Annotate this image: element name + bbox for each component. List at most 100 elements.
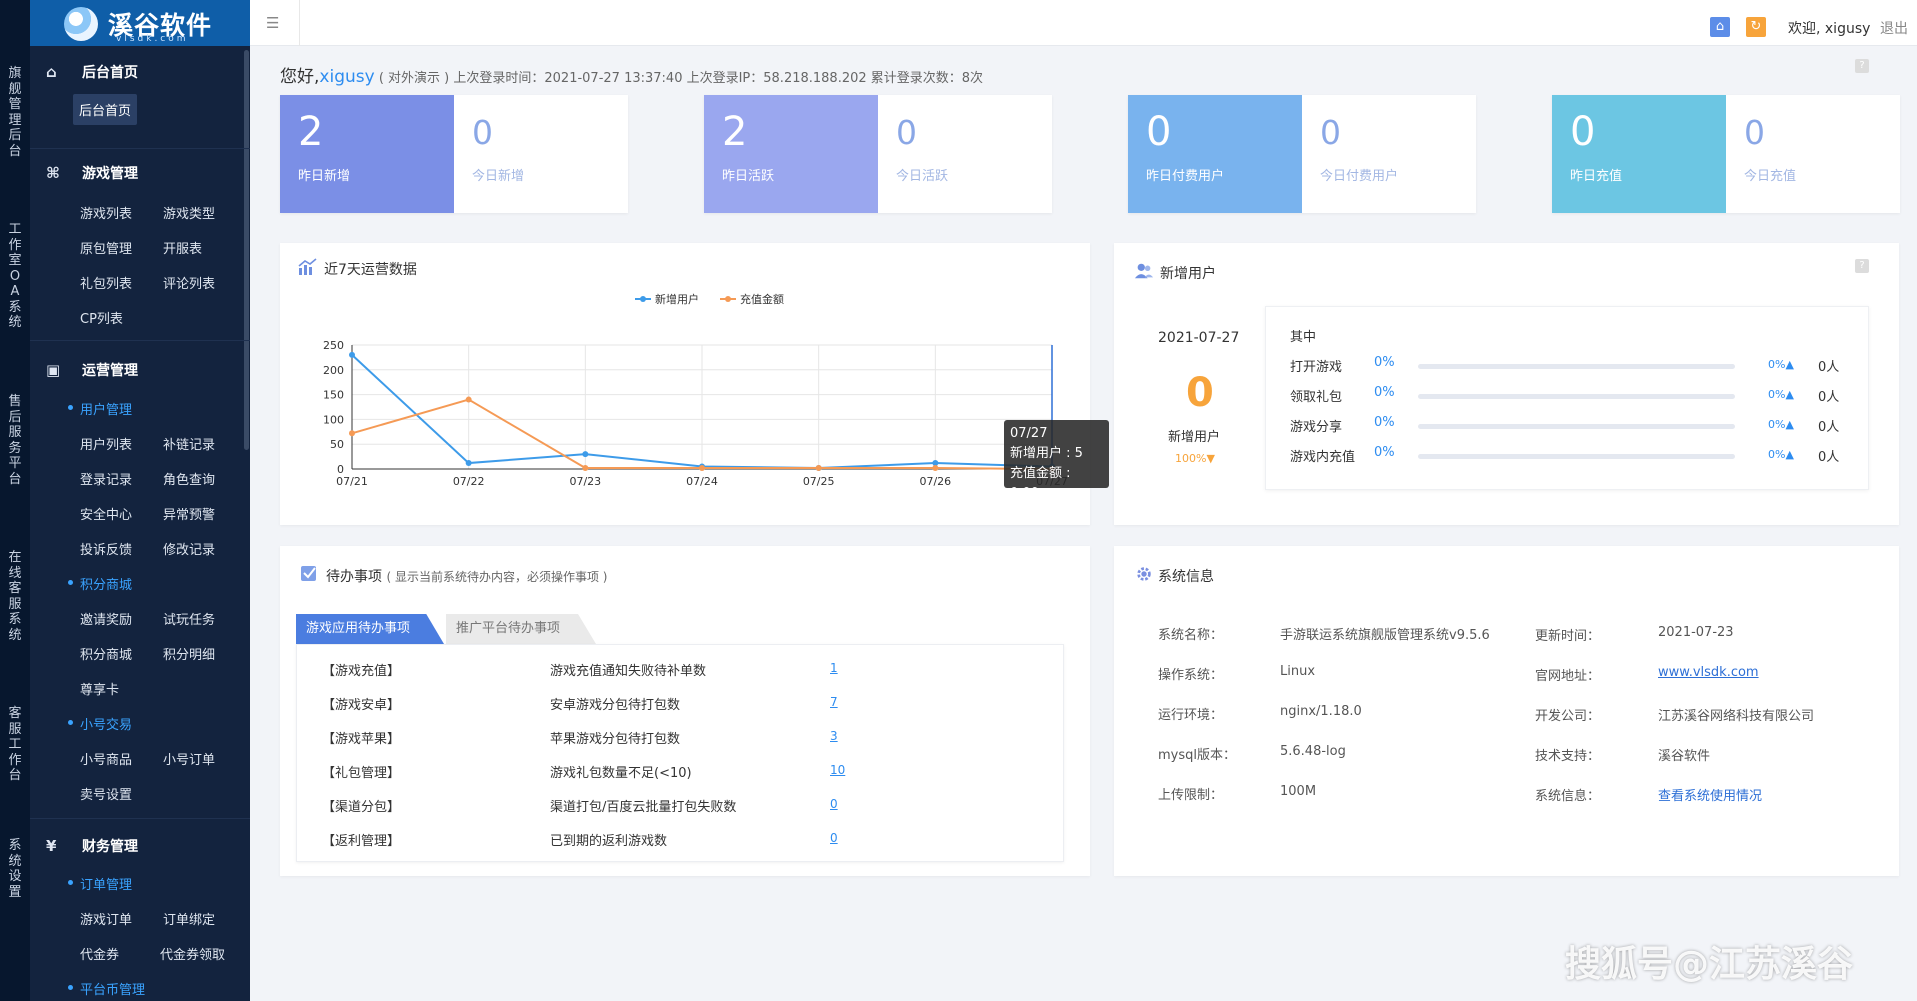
sidebar-item-points-detail[interactable]: 积分明细 bbox=[163, 644, 215, 663]
sidebar-group-orders[interactable]: 订单管理 bbox=[67, 874, 132, 893]
sidebar-item-account-orders[interactable]: 小号订单 bbox=[163, 749, 215, 768]
sidebar-group-trade[interactable]: 小号交易 bbox=[67, 714, 132, 733]
sidebar-item-complaint[interactable]: 投诉反馈 bbox=[80, 539, 132, 558]
rail-item-aftersales[interactable]: 售后服务平台 bbox=[0, 394, 30, 487]
system-usage-link[interactable]: 查看系统使用情况 bbox=[1658, 785, 1762, 804]
left-rail: 旗舰管理后台 工作室OA系统 售后服务平台 在线客服系统 客服工作台 系统设置 bbox=[0, 0, 30, 1001]
todo-count-link[interactable]: 0 bbox=[830, 831, 838, 845]
users-icon bbox=[1134, 263, 1154, 279]
todo-description: 安卓游戏分包待打包数 bbox=[550, 698, 681, 713]
sidebar-scrollbar[interactable] bbox=[244, 50, 249, 450]
menu-toggle-icon[interactable]: ☰ bbox=[266, 14, 286, 32]
rail-item-service-desk[interactable]: 客服工作台 bbox=[0, 706, 30, 784]
breakdown-label: 打开游戏 bbox=[1290, 360, 1343, 375]
data-point bbox=[349, 430, 355, 437]
data-point bbox=[582, 451, 589, 458]
data-point bbox=[815, 465, 822, 472]
sidebar-item-trial-task[interactable]: 试玩任务 bbox=[163, 609, 215, 628]
todo-count-link[interactable]: 1 bbox=[830, 661, 838, 675]
trend-icon bbox=[298, 258, 317, 275]
x-tick-label: 07/23 bbox=[569, 475, 601, 488]
sidebar-item-chain-log[interactable]: 补链记录 bbox=[163, 434, 215, 453]
sidebar-item-game-list[interactable]: 游戏列表 bbox=[80, 203, 132, 222]
sidebar-item-role-query[interactable]: 角色查询 bbox=[163, 469, 215, 488]
sidebar-item-sell-settings[interactable]: 卖号设置 bbox=[80, 784, 132, 803]
help-icon[interactable]: ? bbox=[1855, 259, 1869, 273]
rail-item-online-service[interactable]: 在线客服系统 bbox=[0, 550, 30, 643]
sidebar-item-vip-card[interactable]: 尊享卡 bbox=[80, 679, 119, 698]
sysinfo-key: mysql版本： bbox=[1158, 748, 1236, 763]
sidebar-item-security[interactable]: 安全中心 bbox=[80, 504, 132, 523]
sidebar-item-gift-list[interactable]: 礼包列表 bbox=[80, 273, 132, 292]
sidebar-item-game-type[interactable]: 游戏类型 bbox=[163, 203, 215, 222]
data-point bbox=[582, 465, 589, 472]
stat-yesterday-recharge-label: 昨日充值 bbox=[1570, 169, 1623, 184]
todo-category: 【游戏充值】 bbox=[322, 664, 401, 679]
stat-today-paying-label: 今日付费用户 bbox=[1320, 169, 1399, 184]
sidebar-item-user-list[interactable]: 用户列表 bbox=[80, 434, 132, 453]
tab-promo-todos[interactable]: 推广平台待办事项 bbox=[446, 614, 596, 644]
new-users-date: 2021-07-27 bbox=[1158, 330, 1240, 346]
y-tick-label: 200 bbox=[323, 364, 344, 377]
sidebar-item-home[interactable]: 后台首页 bbox=[73, 94, 138, 125]
sidebar-item-server-list[interactable]: 开服表 bbox=[163, 238, 202, 257]
x-tick-label: 07/21 bbox=[336, 475, 368, 488]
breakdown-bar bbox=[1418, 424, 1735, 429]
line-chart[interactable]: 新增用户 充值金额05010015020025007/21 07/22 07/23 07… bbox=[280, 285, 1090, 505]
sysinfo-value: 溪谷软件 bbox=[1658, 749, 1711, 764]
sidebar-section-home-label: 后台首页 bbox=[82, 65, 138, 81]
website-link[interactable]: www.vlsdk.com bbox=[1658, 665, 1759, 680]
header-divider bbox=[299, 0, 300, 46]
home-shortcut-icon[interactable]: ⌂ bbox=[1710, 17, 1730, 37]
rail-item-settings[interactable]: 系统设置 bbox=[0, 838, 30, 900]
rail-item-flagship[interactable]: 旗舰管理后台 bbox=[0, 66, 30, 159]
todo-title-text: 待办事项 bbox=[326, 569, 382, 585]
sidebar-group-points[interactable]: 积分商城 bbox=[67, 574, 132, 593]
sidebar-item-order-bind[interactable]: 订单绑定 bbox=[163, 909, 215, 928]
refresh-icon[interactable]: ↻ bbox=[1746, 17, 1766, 37]
help-icon[interactable]: ? bbox=[1855, 59, 1869, 73]
sidebar-group-users[interactable]: 用户管理 bbox=[67, 399, 132, 418]
sidebar-item-voucher[interactable]: 代金券 bbox=[80, 944, 119, 963]
sidebar-item-voucher-claim[interactable]: 代金券领取 bbox=[160, 944, 225, 963]
data-point bbox=[465, 460, 472, 467]
todo-description: 游戏充值通知失败待补单数 bbox=[550, 664, 707, 679]
sidebar-group-coins[interactable]: 平台币管理 bbox=[67, 979, 145, 998]
logout-link[interactable]: 退出 bbox=[1880, 18, 1908, 38]
todo-category: 【渠道分包】 bbox=[322, 800, 401, 815]
new-users-pct: 100%▼ bbox=[1175, 452, 1215, 465]
chart-tooltip: 07/27 新增用户 : 5 充值金额 : 0.00 bbox=[1004, 420, 1109, 501]
logo[interactable]: 溪谷软件 vlsdk.com bbox=[30, 0, 250, 46]
sidebar-item-cp-list[interactable]: CP列表 bbox=[80, 308, 123, 327]
sidebar-section-ops-label: 运营管理 bbox=[82, 363, 138, 379]
rail-item-studio-oa[interactable]: 工作室OA系统 bbox=[0, 222, 30, 331]
chart-title: 近7天运营数据 bbox=[324, 262, 417, 278]
stat-card-active-left: 2 昨日活跃 bbox=[704, 95, 878, 213]
todo-count-link[interactable]: 3 bbox=[830, 729, 838, 743]
stat-card-recharge: 0 昨日充值 0 今日充值 bbox=[1552, 95, 1900, 213]
sidebar-item-login-log[interactable]: 登录记录 bbox=[80, 469, 132, 488]
sidebar-item-comment-list[interactable]: 评论列表 bbox=[163, 273, 215, 292]
stat-card-active: 2 昨日活跃 0 今日活跃 bbox=[704, 95, 1052, 213]
sidebar-item-package[interactable]: 原包管理 bbox=[80, 238, 132, 257]
stat-today-recharge-label: 今日充值 bbox=[1744, 169, 1797, 184]
y-tick-label: 150 bbox=[323, 389, 344, 402]
todo-count-link[interactable]: 7 bbox=[830, 695, 838, 709]
breakdown-bar bbox=[1418, 454, 1735, 459]
stat-today-new-value: 0 bbox=[472, 113, 493, 152]
todo-count-link[interactable]: 10 bbox=[830, 763, 845, 777]
sidebar-item-modify-log[interactable]: 修改记录 bbox=[163, 539, 215, 558]
greeting-username: xigusy bbox=[319, 67, 375, 87]
todo-count-link[interactable]: 0 bbox=[830, 797, 838, 811]
greeting-hello: 您好, bbox=[280, 67, 320, 87]
greeting-login-info: 上次登录时间：2021-07-27 13:37:40 上次登录IP：58.218… bbox=[453, 71, 984, 86]
sidebar-item-points-mall[interactable]: 积分商城 bbox=[80, 644, 132, 663]
tab-game-todos[interactable]: 游戏应用待办事项 bbox=[296, 614, 444, 644]
sidebar-item-account-goods[interactable]: 小号商品 bbox=[80, 749, 132, 768]
sidebar-item-invite[interactable]: 邀请奖励 bbox=[80, 609, 132, 628]
sidebar-item-warning[interactable]: 异常预警 bbox=[163, 504, 215, 523]
breakdown-count: 0人 bbox=[1818, 390, 1840, 405]
sidebar-item-game-orders[interactable]: 游戏订单 bbox=[80, 909, 132, 928]
todo-category: 【游戏安卓】 bbox=[322, 698, 401, 713]
stat-yesterday-recharge-value: 0 bbox=[1570, 109, 1596, 155]
